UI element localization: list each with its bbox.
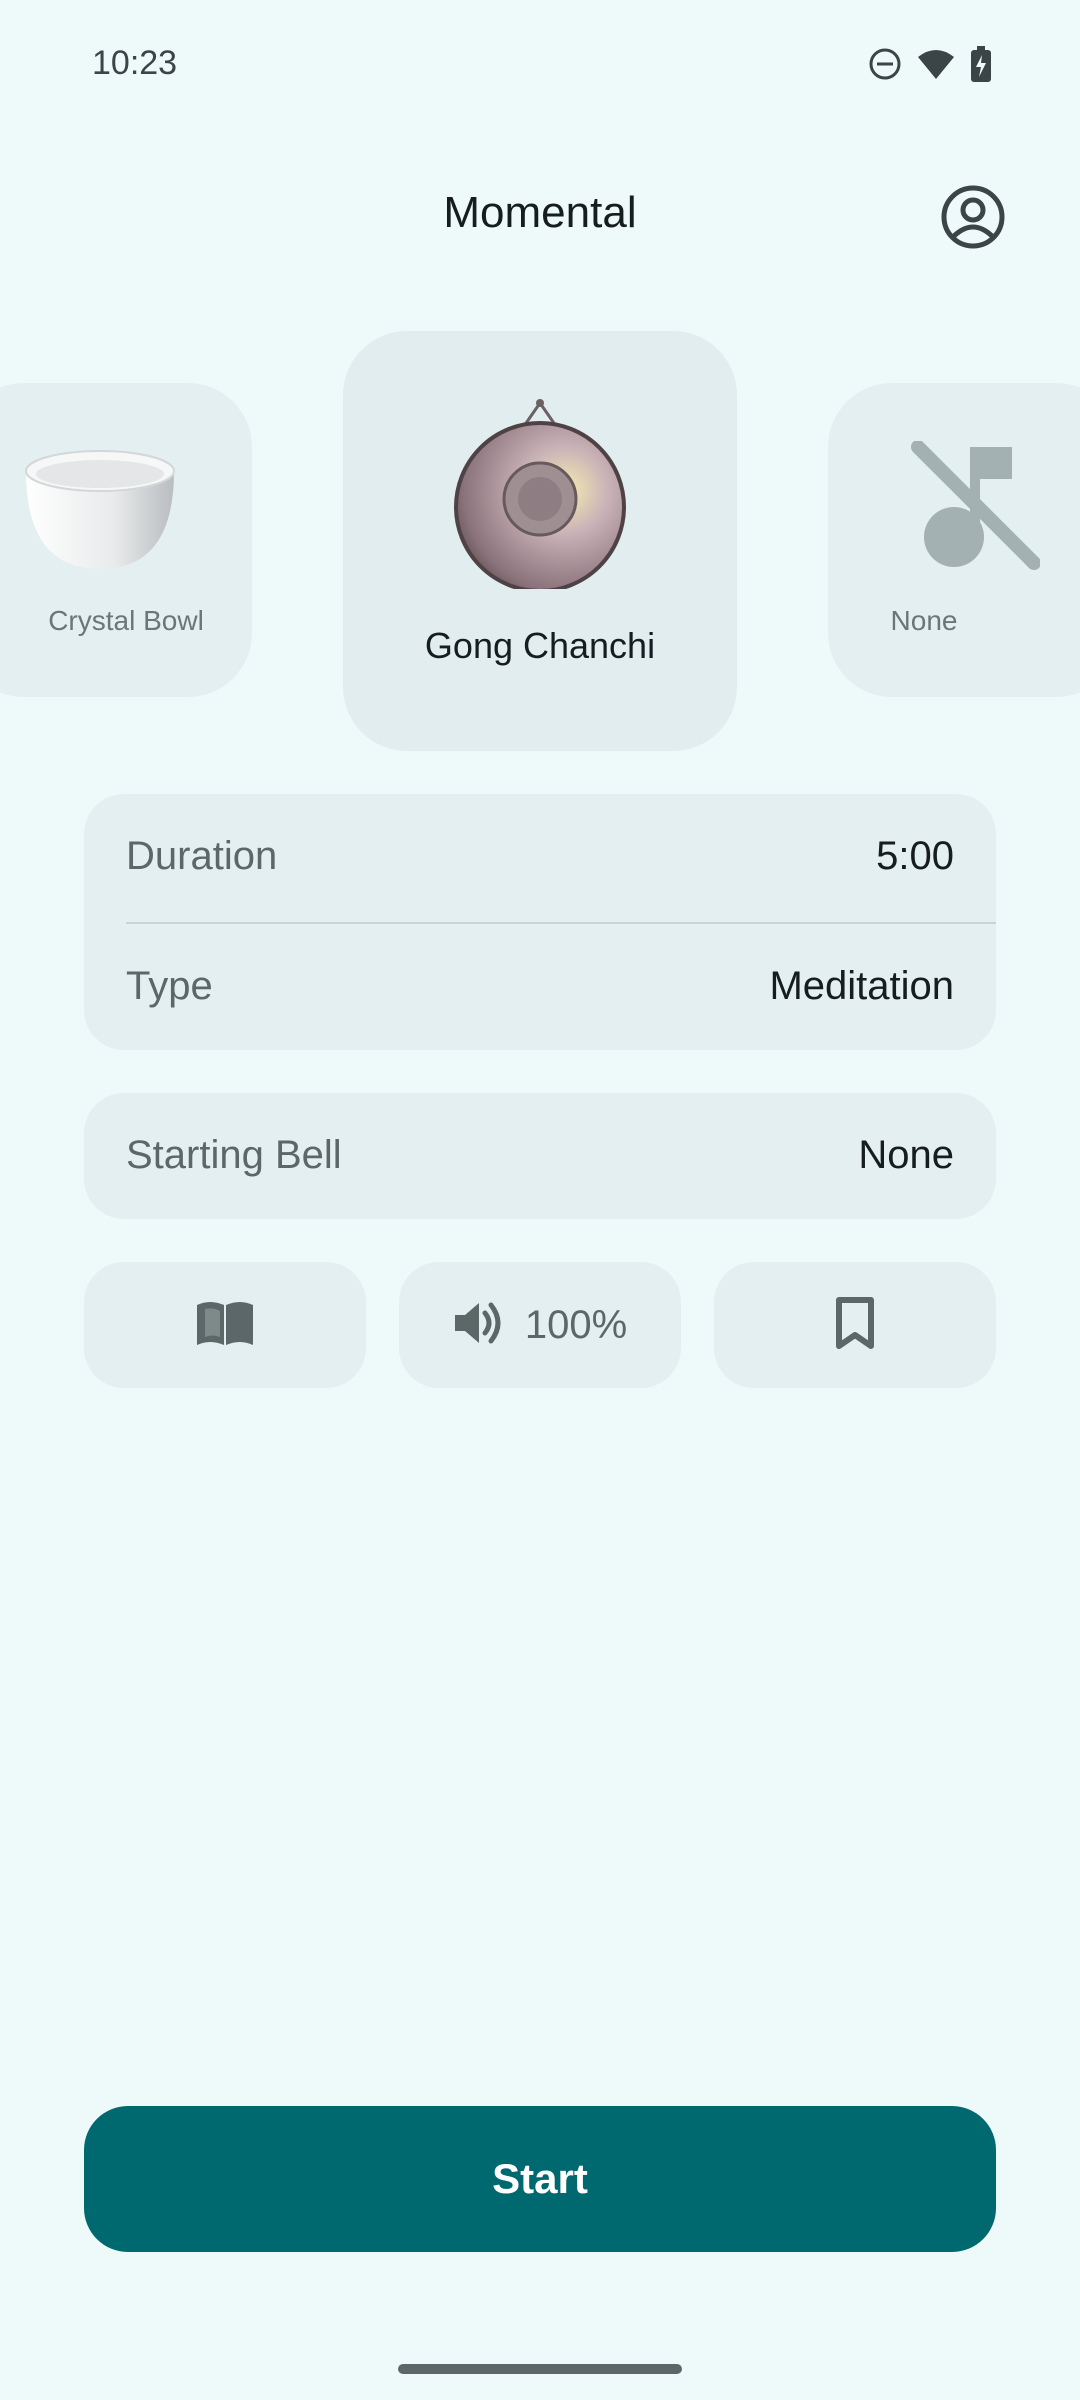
duration-label: Duration	[126, 834, 278, 878]
app-title: Momental	[443, 188, 637, 237]
battery-charging-icon	[970, 46, 992, 82]
home-indicator[interactable]	[398, 2364, 682, 2374]
do-not-disturb-icon	[868, 47, 902, 81]
status-time: 10:23	[92, 44, 178, 82]
bookmark-icon	[835, 1296, 875, 1354]
type-row[interactable]: Type Meditation	[84, 924, 996, 1050]
start-button[interactable]: Start	[84, 2106, 996, 2252]
guide-button[interactable]	[84, 1262, 366, 1388]
type-label: Type	[126, 964, 213, 1008]
profile-button[interactable]	[940, 184, 1006, 250]
gong-image	[453, 399, 627, 594]
music-off-icon	[910, 440, 1041, 576]
sound-card-gong-chanchi[interactable]: Gong Chanchi	[343, 331, 737, 751]
starting-bell-label: Starting Bell	[126, 1133, 342, 1177]
crystal-bowl-image	[20, 443, 180, 578]
wifi-icon	[916, 47, 956, 81]
sound-label-crystal-bowl: Crystal Bowl	[48, 605, 204, 636]
sound-label-gong-chanchi: Gong Chanchi	[424, 625, 656, 666]
volume-button[interactable]: 100%	[399, 1262, 681, 1388]
duration-value: 5:00	[876, 834, 954, 878]
start-label: Start	[492, 2155, 588, 2202]
sound-card-none[interactable]: None	[828, 383, 1080, 697]
account-circle-icon	[940, 185, 1006, 254]
volume-icon	[453, 1299, 505, 1352]
type-value: Meditation	[769, 964, 954, 1008]
duration-row[interactable]: Duration 5:00	[84, 794, 996, 922]
starting-bell-row[interactable]: Starting Bell None	[84, 1093, 996, 1219]
sound-card-crystal-bowl[interactable]: Crystal Bowl	[0, 383, 252, 697]
status-icons	[868, 46, 992, 82]
sound-label-none: None	[890, 605, 958, 636]
starting-bell-value: None	[858, 1133, 954, 1177]
volume-value: 100%	[524, 1302, 628, 1347]
bookmark-button[interactable]	[714, 1262, 996, 1388]
book-open-icon	[195, 1299, 255, 1352]
screen: 10:23 Momental Crystal Bowl Gong Chanchi…	[0, 0, 1080, 2400]
settings-group: Duration 5:00 Type Meditation	[84, 794, 996, 1050]
